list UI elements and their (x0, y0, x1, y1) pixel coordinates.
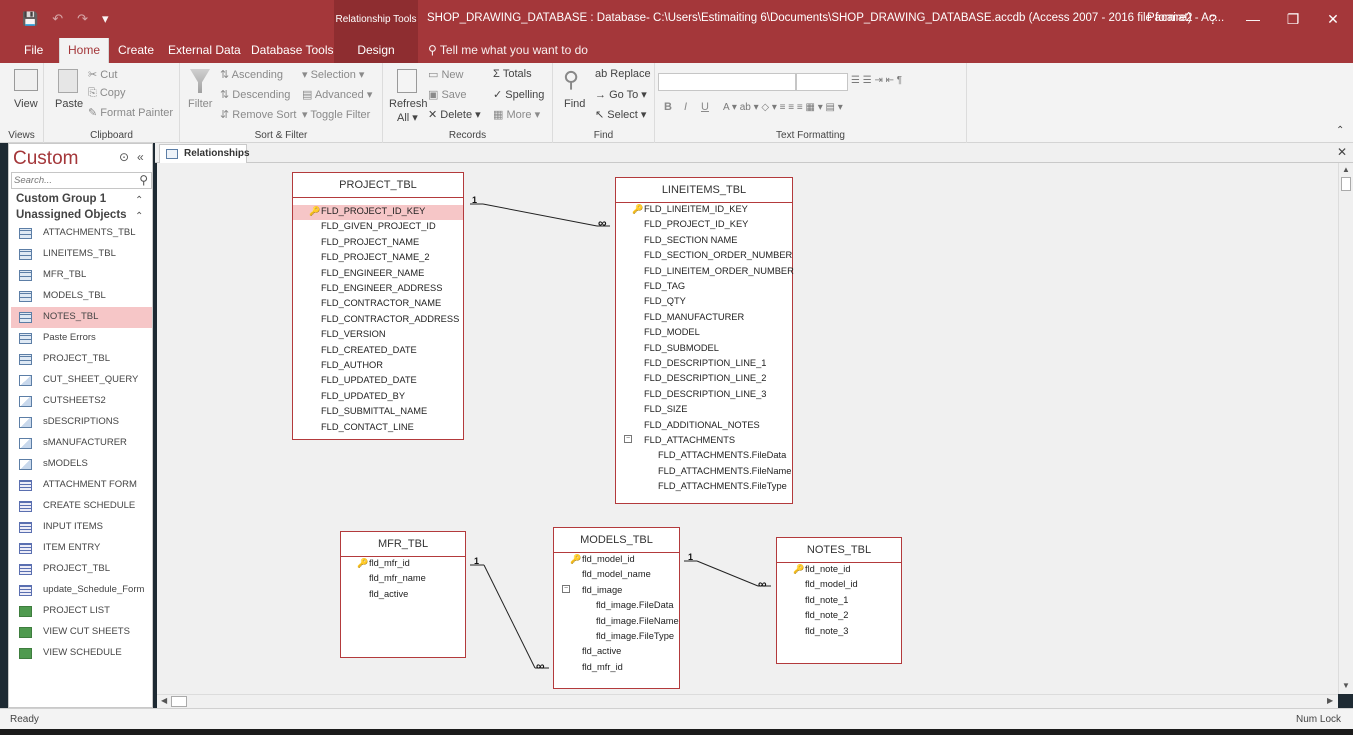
many-marker: ∞ (536, 659, 545, 673)
rel-line-mfr-models[interactable] (483, 564, 536, 669)
many-marker: ∞ (758, 577, 767, 591)
one-marker: 1 (688, 552, 693, 562)
rel-line-models-notes[interactable] (696, 560, 759, 587)
rel-line-project-lineitems[interactable] (482, 203, 598, 227)
num-lock-indicator: Num Lock (1295, 714, 1341, 725)
relationship-lines: 1 ∞ 1 ∞ 1 ∞ (470, 195, 771, 673)
one-marker: 1 (474, 556, 479, 566)
one-marker: 1 (472, 195, 477, 205)
many-marker: ∞ (598, 216, 607, 230)
status-bar: Ready Num Lock (0, 708, 1353, 729)
taskbar-strip (0, 729, 1353, 735)
status-text: Ready (10, 714, 39, 725)
